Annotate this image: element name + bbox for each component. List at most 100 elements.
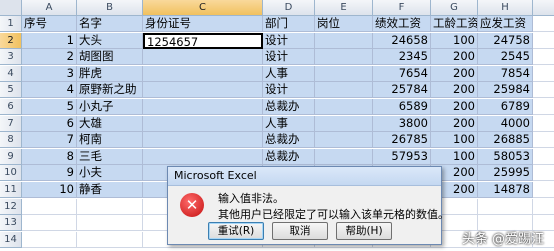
active-cell[interactable]: 1254657 xyxy=(143,32,263,49)
table-cell[interactable]: 200 xyxy=(431,115,478,132)
table-cell[interactable]: 4 xyxy=(22,82,77,99)
row-header[interactable]: 8 xyxy=(0,132,22,149)
table-cell[interactable]: 58053 xyxy=(478,148,533,165)
column-header-g[interactable]: G xyxy=(431,0,478,16)
row-header[interactable]: 14 xyxy=(0,231,22,248)
header-cell[interactable]: 名字 xyxy=(77,16,143,32)
empty-cell[interactable] xyxy=(533,165,554,182)
header-cell[interactable]: 序号 xyxy=(22,16,77,32)
column-header-a[interactable]: A xyxy=(22,0,77,16)
table-cell[interactable]: 7854 xyxy=(478,65,533,82)
empty-cell[interactable] xyxy=(533,116,554,132)
column-header-b[interactable]: B xyxy=(77,0,143,16)
table-cell[interactable]: 设计 xyxy=(263,32,315,49)
table-cell[interactable]: 100 xyxy=(431,32,478,49)
header-cell[interactable]: 工龄工资 xyxy=(431,16,478,32)
empty-cell[interactable] xyxy=(533,199,554,215)
table-cell[interactable]: 5 xyxy=(22,99,77,115)
table-cell[interactable]: 4000 xyxy=(478,115,533,132)
empty-cell[interactable] xyxy=(533,33,554,49)
row-header[interactable]: 10 xyxy=(0,165,22,182)
table-cell[interactable] xyxy=(315,65,373,82)
table-cell[interactable]: 胡图图 xyxy=(77,49,143,66)
table-cell[interactable]: 200 xyxy=(431,49,478,66)
retry-button[interactable]: 重试(R) xyxy=(208,222,264,240)
table-cell[interactable] xyxy=(315,99,373,115)
table-cell[interactable]: 6789 xyxy=(478,99,533,115)
empty-cell[interactable] xyxy=(533,49,554,66)
table-cell[interactable]: 8 xyxy=(22,148,77,165)
row-header[interactable]: 13 xyxy=(0,215,22,232)
table-cell[interactable]: 6589 xyxy=(373,99,431,115)
table-cell[interactable]: 胖虎 xyxy=(77,65,143,82)
header-cell[interactable]: 身份证号 xyxy=(143,16,263,32)
table-cell[interactable]: 人事 xyxy=(263,115,315,132)
table-cell[interactable]: 总裁办 xyxy=(263,99,315,115)
table-cell[interactable]: 2345 xyxy=(373,49,431,66)
row-header[interactable]: 7 xyxy=(0,115,22,132)
table-cell[interactable]: 100 xyxy=(431,148,478,165)
table-cell[interactable]: 静香 xyxy=(77,182,143,198)
select-all-corner[interactable] xyxy=(0,0,22,16)
table-cell[interactable]: 200 xyxy=(431,82,478,99)
header-cell[interactable]: 部门 xyxy=(263,16,315,32)
header-cell[interactable]: 绩效工资 xyxy=(373,16,431,32)
table-cell[interactable]: 25995 xyxy=(478,165,533,182)
table-cell[interactable]: 三毛 xyxy=(77,148,143,165)
table-cell[interactable]: 2545 xyxy=(478,49,533,66)
header-cell[interactable]: 岗位 xyxy=(315,16,373,32)
table-cell[interactable]: 大头 xyxy=(77,32,143,49)
row-header[interactable]: 2 xyxy=(0,32,22,49)
empty-cell[interactable] xyxy=(478,198,533,215)
column-header-h[interactable]: H xyxy=(478,0,533,16)
column-header-c[interactable]: C xyxy=(143,0,263,16)
table-cell[interactable]: 26885 xyxy=(478,132,533,149)
table-cell[interactable]: 人事 xyxy=(263,65,315,82)
table-cell[interactable]: 柯南 xyxy=(77,132,143,149)
table-cell[interactable]: 26785 xyxy=(373,132,431,149)
table-cell[interactable]: 大雄 xyxy=(77,115,143,132)
row-header[interactable]: 4 xyxy=(0,65,22,82)
table-cell[interactable] xyxy=(315,115,373,132)
table-cell[interactable]: 24758 xyxy=(478,32,533,49)
table-cell[interactable] xyxy=(143,65,263,82)
table-cell[interactable]: 7 xyxy=(22,132,77,149)
table-cell[interactable]: 25784 xyxy=(373,82,431,99)
table-cell[interactable]: 3800 xyxy=(373,115,431,132)
table-cell[interactable]: 小丸子 xyxy=(77,99,143,115)
table-cell[interactable]: 25984 xyxy=(478,82,533,99)
table-cell[interactable]: 小夫 xyxy=(77,165,143,182)
table-cell[interactable]: 200 xyxy=(431,99,478,115)
row-header[interactable]: 9 xyxy=(0,148,22,165)
table-cell[interactable] xyxy=(315,49,373,66)
table-cell[interactable]: 200 xyxy=(431,65,478,82)
cancel-button[interactable]: 取消 xyxy=(272,222,328,240)
help-button[interactable]: 帮助(H) xyxy=(336,222,392,240)
empty-cell[interactable] xyxy=(22,231,77,248)
table-cell[interactable]: 7654 xyxy=(373,65,431,82)
header-cell[interactable]: 应发工资 xyxy=(478,16,533,32)
row-header[interactable]: 5 xyxy=(0,82,22,99)
table-cell[interactable]: 总裁办 xyxy=(263,132,315,149)
table-cell[interactable] xyxy=(143,99,263,115)
table-cell[interactable]: 1 xyxy=(22,32,77,49)
table-cell[interactable]: 9 xyxy=(22,165,77,182)
column-header-f[interactable]: F xyxy=(373,0,431,16)
table-cell[interactable]: 10 xyxy=(22,182,77,198)
row-header[interactable]: 3 xyxy=(0,49,22,66)
table-cell[interactable]: 57953 xyxy=(373,148,431,165)
column-header-e[interactable]: E xyxy=(315,0,373,16)
table-cell[interactable] xyxy=(315,32,373,49)
table-cell[interactable]: 3 xyxy=(22,65,77,82)
table-cell[interactable] xyxy=(143,115,263,132)
empty-cell[interactable] xyxy=(533,66,554,82)
table-cell[interactable]: 2 xyxy=(22,49,77,66)
table-cell[interactable] xyxy=(143,132,263,149)
empty-cell[interactable] xyxy=(533,99,554,115)
table-cell[interactable]: 原野新之助 xyxy=(77,82,143,99)
row-header[interactable]: 11 xyxy=(0,182,22,198)
empty-cell[interactable] xyxy=(77,198,143,215)
table-cell[interactable]: 设计 xyxy=(263,82,315,99)
empty-cell[interactable] xyxy=(533,82,554,99)
table-cell[interactable] xyxy=(143,82,263,99)
